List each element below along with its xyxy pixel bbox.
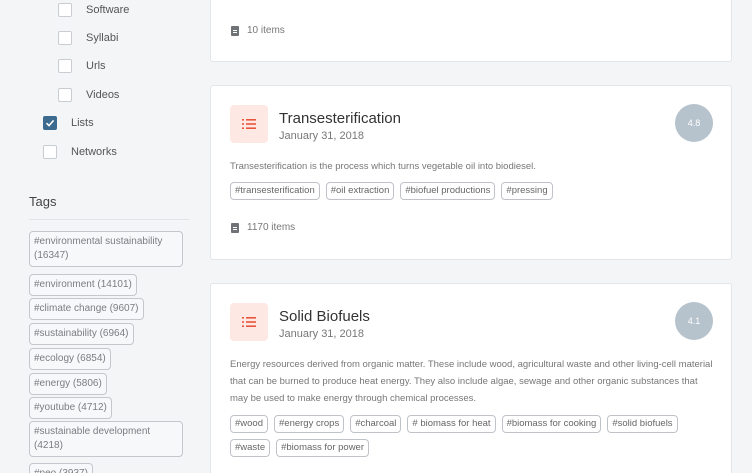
filter-label: Syllabi [86, 32, 119, 44]
hashtag[interactable]: #biomass for cooking [501, 415, 602, 433]
checkmark-icon [45, 119, 55, 127]
tag-chip[interactable]: #peo (3937) [29, 463, 93, 473]
card-description: Energy resources derived from organic ma… [230, 359, 713, 404]
card-date: January 31, 2018 [279, 328, 365, 340]
list-badge [230, 105, 268, 143]
tag-chip[interactable]: #ecology (6854) [29, 348, 111, 370]
filter-videos[interactable]: Videos [58, 85, 119, 105]
tag-chip[interactable]: #sustainability (6964) [29, 323, 134, 345]
hashtag[interactable]: # biomass for heat [407, 415, 496, 433]
list-card[interactable]: 10 items [210, 0, 732, 62]
filter-networks[interactable]: Networks [43, 142, 117, 162]
hashtag-list: #transesterification #oil extraction #bi… [230, 182, 720, 200]
filter-lists[interactable]: Lists [43, 113, 94, 133]
card-description: Transesterification is the process which… [230, 161, 536, 172]
tag-chip[interactable]: #environmental sustainability (16347) [29, 231, 183, 267]
list-card[interactable]: Solid Biofuels January 31, 2018 4.1 Ener… [210, 283, 732, 473]
list-card[interactable]: Transesterification January 31, 2018 4.8… [210, 85, 732, 260]
card-title[interactable]: Solid Biofuels [279, 308, 370, 325]
hashtag[interactable]: #biofuel productions [400, 182, 496, 200]
hashtag[interactable]: #solid biofuels [607, 415, 678, 433]
checkbox-lists[interactable] [43, 116, 57, 130]
filter-label: Networks [71, 146, 117, 158]
list-badge [230, 303, 268, 341]
filter-label: Urls [86, 60, 106, 72]
list-icon [242, 317, 256, 327]
hashtag[interactable]: #oil extraction [325, 182, 395, 200]
hashtag[interactable]: #pressing [501, 182, 553, 200]
hashtag[interactable]: #wood [230, 415, 268, 433]
item-count: 1170 items [231, 222, 295, 233]
filter-label: Lists [71, 117, 94, 129]
tag-chip[interactable]: #energy (5806) [29, 373, 107, 395]
card-title[interactable]: Transesterification [279, 110, 401, 127]
rating-badge: 4.8 [675, 104, 713, 142]
checkbox-urls[interactable] [58, 59, 72, 73]
filter-urls[interactable]: Urls [58, 56, 106, 76]
hashtag[interactable]: #waste [230, 439, 271, 457]
filter-syllabi[interactable]: Syllabi [58, 28, 118, 48]
tag-chip[interactable]: #youtube (4712) [29, 397, 112, 419]
item-count-label: 10 items [247, 25, 285, 36]
item-count-label: 1170 items [247, 222, 296, 233]
filter-sidebar: Software Syllabi Urls Videos Lists Netwo… [0, 0, 200, 473]
tag-chip[interactable]: #climate change (9607) [29, 298, 144, 320]
filter-label: Videos [86, 89, 120, 101]
tag-chip[interactable]: #sustainable development (4218) [29, 421, 183, 457]
hashtag-list: #wood #energy crops #charcoal # biomass … [230, 415, 720, 457]
rating-badge: 4.1 [675, 302, 713, 340]
item-count: 10 items [231, 25, 285, 36]
card-date: January 31, 2018 [279, 130, 365, 142]
checkbox-software[interactable] [58, 3, 72, 17]
checkbox-syllabi[interactable] [58, 31, 72, 45]
divider [29, 219, 189, 220]
document-icon [231, 25, 239, 36]
filter-software[interactable]: Software [58, 0, 129, 20]
hashtag[interactable]: #biomass for power [276, 439, 370, 457]
document-icon [231, 222, 239, 233]
tags-heading: Tags [29, 194, 57, 209]
list-icon [242, 119, 256, 129]
tag-chip[interactable]: #environment (14101) [29, 274, 137, 296]
checkbox-videos[interactable] [58, 88, 72, 102]
filter-label: Software [86, 4, 130, 16]
hashtag[interactable]: #charcoal [350, 415, 402, 433]
hashtag[interactable]: #energy crops [274, 415, 345, 433]
hashtag[interactable]: #transesterification [230, 182, 320, 200]
checkbox-networks[interactable] [43, 145, 57, 159]
